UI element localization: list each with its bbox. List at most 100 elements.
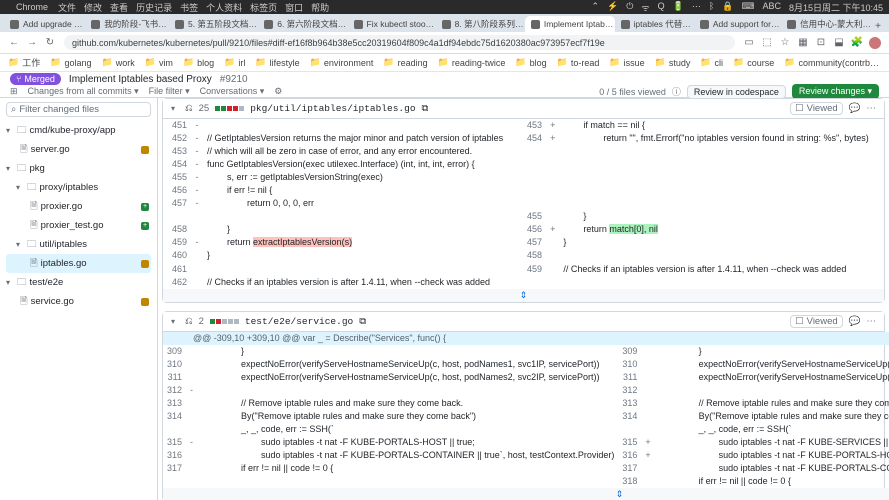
tree-file[interactable]: 🗎server.go <box>6 140 151 159</box>
status-item[interactable]: ᯤ <box>641 1 649 14</box>
diff-line[interactable]: 311 expectNoError(verifyServeHostnameSer… <box>163 371 889 384</box>
diff-line[interactable]: 459- return extractIptablesVersion(s) 45… <box>163 236 884 249</box>
browser-tab[interactable]: Implement Iptab…× <box>525 16 615 32</box>
diff-line[interactable]: 317 if err != nil || code != 0 { 317 sud… <box>163 462 889 475</box>
diff-line[interactable]: 313 // Remove iptable rules and make sur… <box>163 397 889 410</box>
tree-folder[interactable]: ▾🗀util/iptables <box>6 235 151 254</box>
diff-line[interactable]: 452-// GetIptablesVersion returns the ma… <box>163 132 884 145</box>
tree-file[interactable]: 🗎proxier_test.go+ <box>6 216 151 235</box>
extension-icon[interactable]: ⬚ <box>761 37 773 49</box>
status-item[interactable]: 🔋 <box>673 1 684 14</box>
bookmark-item[interactable]: lifestyle <box>255 57 299 68</box>
diff-line[interactable]: 462// Checks if an iptables version is a… <box>163 276 884 289</box>
extension-icon[interactable]: ▭ <box>743 37 755 49</box>
status-item[interactable]: ⏻ <box>626 1 633 14</box>
extensions-icon[interactable]: 🧩 <box>851 37 863 49</box>
forward-icon[interactable]: → <box>26 37 38 49</box>
gear-icon[interactable]: ⚙ <box>274 86 282 97</box>
review-codespace-button[interactable]: Review in codespace <box>687 85 786 99</box>
diff-line[interactable]: 310 expectNoError(verifyServeHostnameSer… <box>163 358 889 371</box>
kebab-icon[interactable]: ⋯ <box>867 316 877 327</box>
status-item[interactable]: ⚡ <box>607 1 618 14</box>
browser-tab[interactable]: 5. 第五阶段文档…× <box>169 16 258 32</box>
diff-line[interactable]: 451- 453+ if match == nil { <box>163 119 884 132</box>
changes-from-dropdown[interactable]: Changes from all commits ▾ <box>28 86 139 97</box>
file-path[interactable]: pkg/util/iptables/iptables.go <box>250 103 415 114</box>
diff-line[interactable]: 314 By("Remove iptable rules and make su… <box>163 410 889 423</box>
mac-menu-item[interactable]: 个人资料 <box>206 3 242 13</box>
browser-tab[interactable]: Fix kubectl stoo…× <box>348 16 436 32</box>
bookmark-item[interactable]: blog <box>183 57 214 68</box>
tree-folder[interactable]: ▾🗀cmd/kube-proxy/app <box>6 121 151 140</box>
hunk-header[interactable]: @@ -309,10 +309,10 @@ var _ = Describe("… <box>163 332 889 345</box>
mac-menu-item[interactable]: 修改 <box>84 3 102 13</box>
bookmark-item[interactable]: community(contrb… <box>784 57 879 68</box>
expand-hunk[interactable]: ⇕ <box>163 289 884 302</box>
reload-icon[interactable]: ↻ <box>44 37 56 49</box>
bookmark-item[interactable]: course <box>733 57 774 68</box>
comment-icon[interactable]: 💬 <box>849 103 861 114</box>
diff-line[interactable]: _, _, code, err := SSH(` _, _, code, err… <box>163 423 889 436</box>
bookmark-item[interactable]: blog <box>515 57 546 68</box>
mac-menu-item[interactable]: 查看 <box>110 3 128 13</box>
app-name[interactable]: Chrome <box>16 2 48 12</box>
star-icon[interactable]: ☆ <box>779 37 791 49</box>
browser-tab[interactable]: 信用中心-蒙大利…× <box>781 16 871 32</box>
bookmark-item[interactable]: work <box>101 57 134 68</box>
mac-menu-item[interactable]: 标签页 <box>250 3 277 13</box>
info-icon[interactable]: ⓘ <box>672 85 681 98</box>
bookmark-item[interactable]: cli <box>700 57 723 68</box>
mac-menus[interactable]: 文件修改查看历史记录书签个人资料标签页窗口帮助 <box>58 1 337 14</box>
extension-icon[interactable]: ⬓ <box>833 37 845 49</box>
bookmark-item[interactable]: study <box>655 57 691 68</box>
bookmark-item[interactable]: environment <box>310 57 374 68</box>
diff-line[interactable]: 309 } 309 } <box>163 345 889 358</box>
status-item[interactable]: 8月15日周二 下午10:45 <box>789 1 883 14</box>
profile-avatar[interactable] <box>869 37 881 49</box>
new-tab-button[interactable]: + <box>871 21 885 32</box>
mac-menu-item[interactable]: 历史记录 <box>136 3 172 13</box>
extension-icon[interactable]: ▦ <box>797 37 809 49</box>
diff-line[interactable]: 460} 458 <box>163 249 884 262</box>
diff-line[interactable]: 455 } <box>163 210 884 223</box>
browser-tab[interactable]: 我的阶段-飞书…× <box>85 16 169 32</box>
viewed-checkbox[interactable]: ☐Viewed <box>790 315 843 328</box>
diff-line[interactable]: 457- return 0, 0, 0, err <box>163 197 884 210</box>
viewed-checkbox[interactable]: ☐Viewed <box>790 102 843 115</box>
status-item[interactable]: Q <box>658 1 665 14</box>
address-bar[interactable]: github.com/kubernetes/kubernetes/pull/92… <box>64 35 735 50</box>
bookmark-item[interactable]: irl <box>224 57 245 68</box>
browser-tab[interactable]: Add upgrade …× <box>4 16 85 32</box>
conversations-dropdown[interactable]: Conversations ▾ <box>200 86 265 97</box>
tree-folder[interactable]: ▾🗀pkg <box>6 159 151 178</box>
browser-tab[interactable]: Add support for…× <box>694 16 781 32</box>
file-filter-dropdown[interactable]: File filter ▾ <box>149 86 190 97</box>
diff-line[interactable]: 316 sudo iptables -t nat -F KUBE-PORTALS… <box>163 449 889 462</box>
status-item[interactable]: ᛒ <box>709 1 714 14</box>
tree-file[interactable]: 🗎iptables.go <box>6 254 151 273</box>
diff-line[interactable]: 318 if err != nil || code != 0 { <box>163 475 889 488</box>
mac-menu-item[interactable]: 书签 <box>180 3 198 13</box>
file-header[interactable]: ▾ ⎌ 25 pkg/util/iptables/iptables.go ⧉ ☐… <box>163 99 884 119</box>
filter-files-input[interactable]: ⌕ Filter changed files <box>6 102 151 117</box>
tree-file[interactable]: 🗎proxier.go+ <box>6 197 151 216</box>
status-item[interactable]: ABC <box>762 1 781 14</box>
file-header[interactable]: ▾ ⎌ 2 test/e2e/service.go ⧉ ☐Viewed 💬 ⋯ <box>163 312 884 332</box>
comment-icon[interactable]: 💬 <box>849 316 861 327</box>
bookmark-item[interactable]: issue <box>609 57 644 68</box>
tree-folder[interactable]: ▾🗀test/e2e <box>6 273 151 292</box>
status-item[interactable]: 🔒 <box>722 1 733 14</box>
copy-icon[interactable]: ⧉ <box>359 316 366 327</box>
mac-menu-item[interactable]: 文件 <box>58 3 76 13</box>
tree-file[interactable]: 🗎service.go <box>6 292 151 311</box>
back-icon[interactable]: ← <box>8 37 20 49</box>
bookmark-item[interactable]: 工作 <box>8 56 40 69</box>
extension-icon[interactable]: ⊡ <box>815 37 827 49</box>
bookmark-item[interactable]: reading <box>383 57 427 68</box>
mac-menu-item[interactable]: 帮助 <box>311 3 329 13</box>
expand-hunk[interactable]: ⇕ <box>163 488 889 500</box>
status-item[interactable]: ⌨ <box>741 1 754 14</box>
browser-tab[interactable]: 6. 第六阶段文档…× <box>258 16 347 32</box>
bookmark-item[interactable]: golang <box>50 57 91 68</box>
diff-line[interactable]: 456- if err != nil { <box>163 184 884 197</box>
